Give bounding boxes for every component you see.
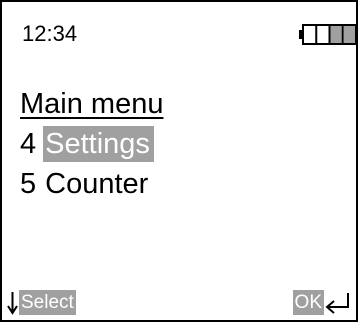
menu-item-settings[interactable]: 4 Settings xyxy=(20,126,154,162)
menu-item-label: Settings xyxy=(43,126,154,162)
menu-title: Main menu xyxy=(20,88,164,120)
battery-icon xyxy=(299,24,357,45)
menu-item-number: 5 xyxy=(20,168,37,200)
menu-item-counter[interactable]: 5 Counter xyxy=(20,166,152,202)
ok-softkey-label: OK xyxy=(292,290,324,315)
select-softkey[interactable]: Select xyxy=(6,288,76,317)
down-arrow-icon xyxy=(7,292,18,315)
status-time: 12:34 xyxy=(22,21,78,46)
phone-screen: 12:34 Main menu 4 Settings 5 Counter Selec… xyxy=(0,0,358,322)
ok-softkey[interactable]: OK xyxy=(292,288,352,317)
menu-item-label: Counter xyxy=(45,168,149,200)
select-softkey-label: Select xyxy=(19,290,76,315)
menu-item-number: 4 xyxy=(20,128,37,160)
enter-icon xyxy=(325,293,349,314)
